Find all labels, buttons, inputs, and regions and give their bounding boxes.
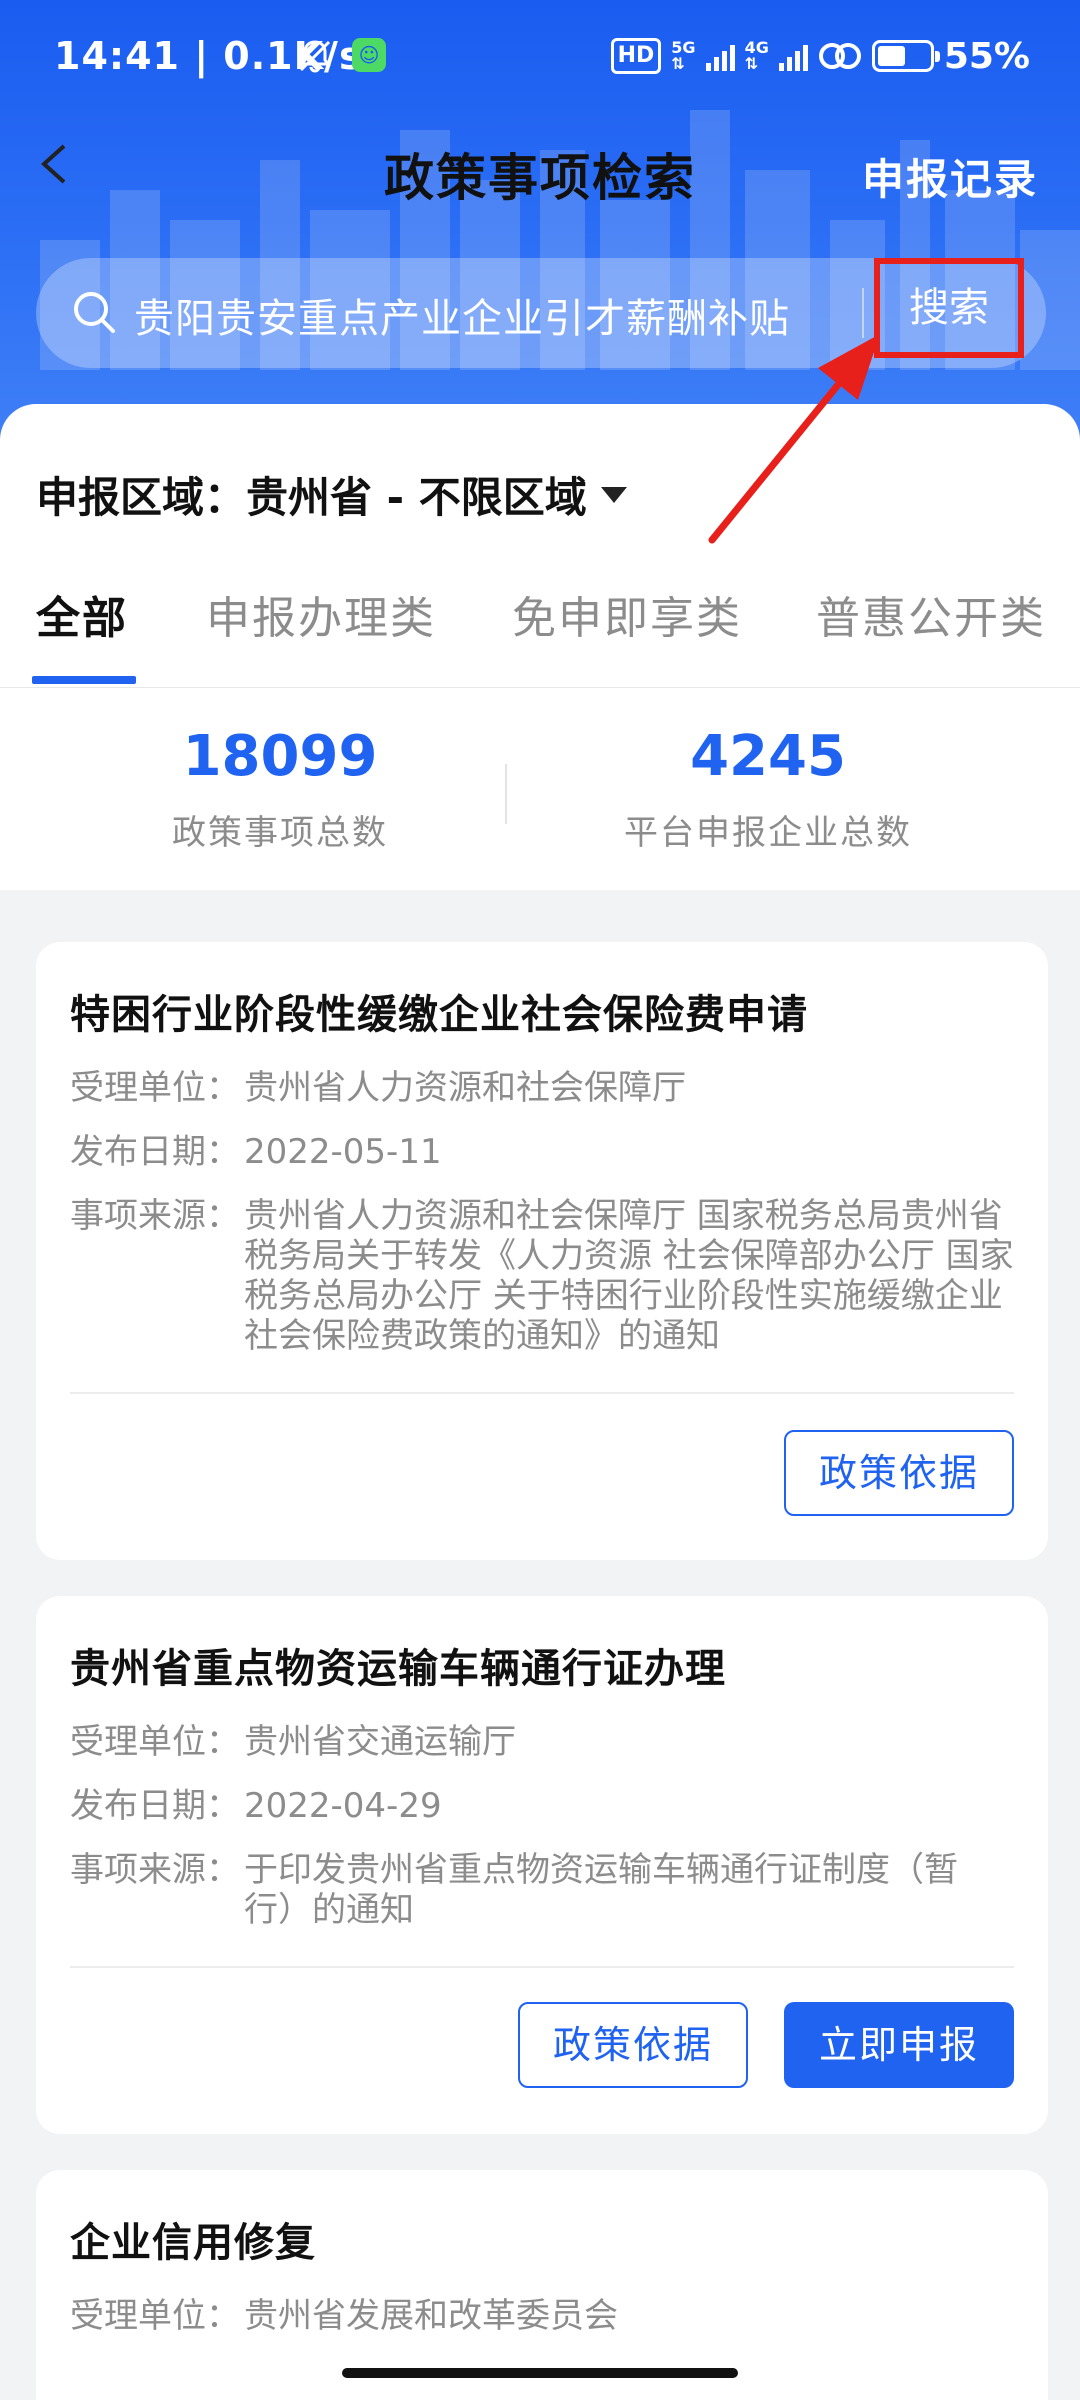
policy-card[interactable]: 贵州省重点物资运输车辆通行证办理 受理单位： 贵州省交通运输厅 发布日期： 20… [36, 1596, 1048, 2134]
field-value: 2022-05-11 [244, 1132, 442, 1172]
field-label: 受理单位： [70, 2296, 240, 2336]
field-value: 贵州省交通运输厅 [244, 1722, 516, 1762]
field-value: 贵州省人力资源和社会保障厅 国家税务总局贵州省税务局关于转发《人力资源 社会保障… [244, 1196, 1014, 1356]
field-label: 事项来源： [70, 1196, 240, 1236]
field-date: 发布日期： 2022-04-29 [70, 1786, 1014, 1826]
apply-now-button[interactable]: 立即申报 [784, 2002, 1014, 2088]
battery-percent: 55% [943, 35, 1030, 77]
stat-label: 政策事项总数 [172, 813, 388, 853]
field-value: 贵州省人力资源和社会保障厅 [244, 1068, 686, 1108]
field-label: 受理单位： [70, 1068, 240, 1108]
active-tab-indicator [32, 676, 136, 684]
filter-panel: 申报区域： 贵州省 - 不限区域 全部 申报办理类 免申即享类 普惠公开类 18… [0, 404, 1080, 890]
field-date: 发布日期： 2022-05-11 [70, 1132, 1014, 1172]
field-unit: 受理单位： 贵州省发展和改革委员会 [70, 2296, 1014, 2336]
tab-exempt-enjoy[interactable]: 免申即享类 [512, 582, 742, 646]
stats-row: 18099 政策事项总数 4245 平台申报企业总数 [0, 704, 1080, 884]
stat-policy-count: 18099 政策事项总数 [30, 724, 530, 854]
hd-voice-badge: HD [610, 38, 662, 74]
stat-divider [505, 764, 507, 824]
card-title: 企业信用修复 [70, 2220, 316, 2266]
dropdown-caret-icon [600, 486, 627, 503]
battery-icon [871, 40, 940, 72]
field-value: 贵州省发展和改革委员会 [244, 2296, 618, 2336]
field-unit: 受理单位： 贵州省交通运输厅 [70, 1722, 1014, 1762]
field-label: 发布日期： [70, 1786, 240, 1826]
field-value: 2022-04-29 [244, 1786, 442, 1826]
region-value: 贵州省 - 不限区域 [246, 473, 587, 522]
field-source: 事项来源： 于印发贵州省重点物资运输车辆通行证制度（暂行）的通知 [70, 1850, 974, 1930]
field-value: 于印发贵州省重点物资运输车辆通行证制度（暂行）的通知 [244, 1850, 958, 1930]
home-indicator[interactable] [342, 2368, 738, 2378]
field-label: 发布日期： [70, 1132, 240, 1172]
status-right-group: HD 5G ⇅ 4G ⇅ 55% [610, 32, 1030, 80]
signal-bars-2-icon [778, 41, 808, 71]
field-label: 事项来源： [70, 1850, 240, 1890]
status-bar: 14:41 | 0.1K/s ☺ HD 5G ⇅ 4G ⇅ 55% [0, 0, 1080, 112]
card-divider [70, 1966, 1014, 1968]
signal-bars-1-icon [705, 41, 735, 71]
category-tabs: 全部 申报办理类 免申即享类 普惠公开类 [0, 576, 1080, 688]
network-label-2: 4G ⇅ [744, 38, 769, 73]
card-divider [70, 1392, 1014, 1394]
app-notification-icon: ☺ [352, 38, 386, 72]
policy-card[interactable]: 特困行业阶段性缓缴企业社会保险费申请 受理单位： 贵州省人力资源和社会保障厅 发… [36, 942, 1048, 1560]
tab-apply-handle[interactable]: 申报办理类 [206, 582, 436, 646]
annotation-arrow-icon [708, 334, 880, 544]
header-background: 14:41 | 0.1K/s ☺ HD 5G ⇅ 4G ⇅ 55% 政策事项检索 申… [0, 0, 1080, 440]
network-label-1: 5G ⇅ [671, 38, 696, 73]
region-selector[interactable]: 申报区域： 贵州省 - 不限区域 [36, 464, 627, 525]
stat-label: 平台申报企业总数 [624, 813, 912, 853]
search-icon [74, 292, 115, 333]
region-label: 申报区域： [36, 473, 247, 522]
application-records-link[interactable]: 申报记录 [862, 146, 1038, 207]
policy-card[interactable]: 企业信用修复 受理单位： 贵州省发展和改革委员会 [36, 2170, 1048, 2400]
policy-basis-button[interactable]: 政策依据 [518, 2002, 748, 2088]
field-source: 事项来源： 贵州省人力资源和社会保障厅 国家税务总局贵州省税务局关于转发《人力资… [70, 1196, 1014, 1356]
tab-all[interactable]: 全部 [36, 582, 128, 646]
stat-enterprise-count: 4245 平台申报企业总数 [518, 724, 1018, 854]
card-title: 贵州省重点物资运输车辆通行证办理 [70, 1646, 726, 1692]
card-title: 特困行业阶段性缓缴企业社会保险费申请 [70, 992, 808, 1038]
search-input[interactable]: 贵阳贵安重点产业企业引才薪酬补贴 [134, 286, 790, 344]
policy-basis-button[interactable]: 政策依据 [784, 1430, 1014, 1516]
battery-fill [877, 46, 906, 66]
stat-value: 4245 [690, 724, 846, 789]
mute-notification-icon [299, 40, 331, 73]
field-label: 受理单位： [70, 1722, 240, 1762]
link-icon [818, 43, 861, 69]
field-unit: 受理单位： 贵州省人力资源和社会保障厅 [70, 1068, 1014, 1108]
tab-public-benefit[interactable]: 普惠公开类 [816, 582, 1046, 646]
stat-value: 18099 [182, 724, 378, 789]
